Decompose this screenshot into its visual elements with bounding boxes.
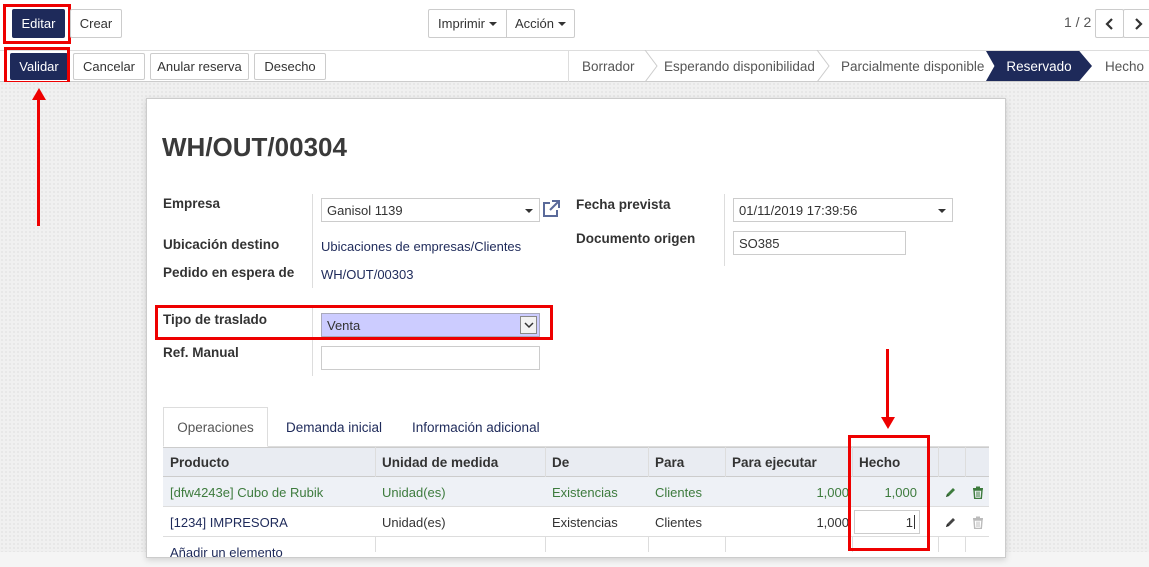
stage-reserved[interactable]: Reservado: [986, 51, 1092, 81]
backorder-label: Pedido en espera de: [163, 265, 295, 280]
scrap-button[interactable]: Desecho: [254, 53, 326, 80]
stage-partially-available[interactable]: Parcialmente disponible: [841, 50, 984, 82]
arrow-shaft: [886, 349, 889, 419]
print-label: Imprimir: [438, 16, 485, 31]
add-line-link[interactable]: Añadir un elemento: [170, 537, 283, 567]
statusbar-divider: [568, 50, 569, 82]
action-label: Acción: [514, 16, 555, 31]
trash-icon[interactable]: [972, 486, 984, 499]
arrow-down-icon: [881, 417, 895, 429]
record-title: WH/OUT/00304: [162, 132, 347, 162]
origin-label: Documento origen: [576, 231, 696, 246]
dest-location-label: Ubicación destino: [163, 237, 280, 252]
stage-waiting[interactable]: Esperando disponibilidad: [664, 50, 815, 82]
row-done: 1,000: [884, 484, 917, 500]
company-label: Empresa: [163, 196, 221, 211]
caret-down-icon: [488, 21, 497, 26]
stage-draft[interactable]: Borrador: [582, 50, 635, 82]
col-uom[interactable]: Unidad de medida: [382, 447, 498, 477]
transfer-type-label: Tipo de traslado: [163, 312, 268, 327]
pencil-icon[interactable]: [944, 516, 957, 529]
tab-operations[interactable]: Operaciones: [163, 407, 268, 447]
create-button[interactable]: Crear: [70, 9, 122, 38]
row-from: Existencias: [552, 514, 618, 530]
row-uom: Unidad(es): [382, 484, 446, 500]
chevron-left-icon: [1104, 17, 1113, 30]
field-divider: [312, 308, 313, 376]
field-divider: [312, 194, 313, 288]
external-link-icon[interactable]: [541, 199, 561, 219]
dest-location-link[interactable]: Ubicaciones de empresas/Clientes: [321, 239, 521, 254]
stage-reserved-label: Reservado: [1006, 58, 1072, 74]
pager-next-button[interactable]: [1123, 9, 1149, 38]
scheduled-date-label: Fecha prevista: [576, 197, 671, 212]
origin-value: SO385: [739, 235, 780, 251]
manual-ref-input[interactable]: [321, 346, 540, 370]
row-todo: 1,000: [816, 514, 849, 530]
row-to: Clientes: [655, 484, 702, 500]
action-dropdown[interactable]: Acción: [506, 9, 575, 38]
company-select[interactable]: Ganisol 1139: [321, 198, 540, 222]
arrow-shaft: [37, 98, 40, 226]
tab-additional-info[interactable]: Información adicional: [412, 407, 540, 447]
scheduled-date-value: 01/11/2019 17:39:56: [739, 202, 858, 218]
pager-value[interactable]: 1 / 2: [1064, 14, 1091, 30]
col-done[interactable]: Hecho: [859, 447, 900, 477]
row-to: Clientes: [655, 514, 702, 530]
validate-button[interactable]: Validar: [10, 53, 68, 80]
scheduled-date-input[interactable]: 01/11/2019 17:39:56: [733, 198, 953, 222]
chevron-separator-icon: [644, 50, 658, 82]
manual-ref-label: Ref. Manual: [163, 345, 239, 360]
chevron-separator-icon: [816, 50, 830, 82]
caret-down-icon: [938, 209, 946, 213]
row-product: [dfw4243e] Cubo de Rubik: [170, 484, 324, 500]
text-cursor: [914, 515, 915, 529]
pager-previous-button[interactable]: [1095, 9, 1124, 38]
done-quantity-input[interactable]: 1: [854, 510, 920, 534]
col-product[interactable]: Producto: [170, 447, 229, 477]
cancel-button[interactable]: Cancelar: [73, 53, 145, 80]
caret-down-icon: [558, 21, 567, 26]
row-product: [1234] IMPRESORA: [170, 514, 288, 530]
trash-icon[interactable]: [972, 516, 984, 529]
chevron-right-icon: [1134, 17, 1143, 30]
row-from: Existencias: [552, 484, 618, 500]
col-from[interactable]: De: [552, 447, 569, 477]
caret-down-icon: [525, 209, 533, 213]
stage-done[interactable]: Hecho: [1105, 50, 1144, 82]
field-divider: [724, 194, 725, 266]
select-arrow-button[interactable]: [520, 316, 537, 334]
edit-button[interactable]: Editar: [12, 9, 65, 38]
row-todo: 1,000: [816, 484, 849, 500]
company-value: Ganisol 1139: [327, 202, 403, 218]
row-uom: Unidad(es): [382, 514, 446, 530]
col-todo[interactable]: Para ejecutar: [732, 447, 817, 477]
print-dropdown[interactable]: Imprimir: [428, 9, 507, 38]
backorder-link[interactable]: WH/OUT/00303: [321, 267, 413, 282]
col-to[interactable]: Para: [655, 447, 684, 477]
transfer-type-select[interactable]: Venta: [321, 313, 540, 337]
origin-input[interactable]: SO385: [733, 231, 906, 255]
pencil-icon[interactable]: [944, 486, 957, 499]
tab-initial-demand[interactable]: Demanda inicial: [286, 407, 382, 447]
transfer-type-value: Venta: [327, 317, 361, 333]
done-quantity-value: 1: [905, 514, 913, 530]
chevron-down-icon: [523, 321, 534, 328]
unreserve-button[interactable]: Anular reserva: [150, 53, 249, 80]
